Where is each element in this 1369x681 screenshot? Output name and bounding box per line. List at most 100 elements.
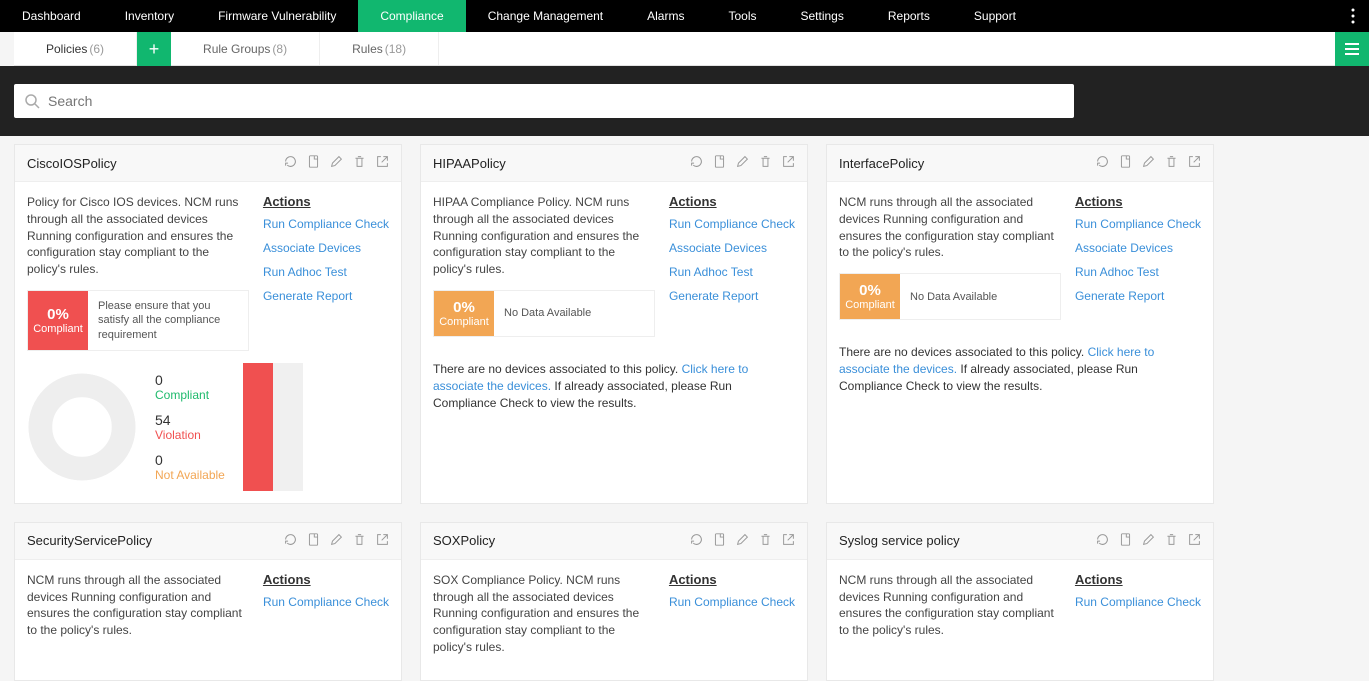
card-toolbar — [1096, 533, 1201, 549]
percent-value: 0% — [453, 299, 475, 316]
no-devices-message: There are no devices associated to this … — [827, 332, 1213, 406]
subnav-hamburger-icon[interactable] — [1335, 32, 1369, 66]
subtab-rules[interactable]: Rules (18) — [320, 32, 439, 65]
action-associate-devices[interactable]: Associate Devices — [1075, 241, 1201, 255]
subtab-label: Policies — [46, 42, 87, 56]
associate-devices-link[interactable]: Click here to associate the devices. — [839, 345, 1154, 376]
subtab-label: Rules — [352, 42, 383, 56]
action-run-compliance-check[interactable]: Run Compliance Check — [1075, 595, 1201, 609]
open-external-icon[interactable] — [376, 533, 389, 549]
compliance-status: 0% Compliant No Data Available — [433, 290, 655, 337]
export-pdf-icon[interactable] — [713, 533, 726, 549]
action-generate-report[interactable]: Generate Report — [669, 289, 795, 303]
action-associate-devices[interactable]: Associate Devices — [669, 241, 795, 255]
export-pdf-icon[interactable] — [307, 533, 320, 549]
action-associate-devices[interactable]: Associate Devices — [263, 241, 389, 255]
associate-devices-link[interactable]: Click here to associate the devices. — [433, 362, 748, 393]
card-toolbar — [690, 155, 795, 171]
subtab-rule-groups[interactable]: Rule Groups (8) — [171, 32, 320, 65]
action-generate-report[interactable]: Generate Report — [1075, 289, 1201, 303]
card-toolbar — [284, 533, 389, 549]
action-run-compliance-check[interactable]: Run Compliance Check — [669, 595, 795, 609]
nav-reports[interactable]: Reports — [866, 0, 952, 32]
card-title: Syslog service policy — [839, 533, 1096, 548]
policy-card: InterfacePolicy NCM runs through all the… — [826, 144, 1214, 504]
kebab-menu-icon[interactable] — [1345, 0, 1361, 32]
export-pdf-icon[interactable] — [1119, 155, 1132, 171]
percent-value: 0% — [859, 282, 881, 299]
export-pdf-icon[interactable] — [713, 155, 726, 171]
actions-heading: Actions — [1075, 194, 1201, 209]
compliance-percent: 0% Compliant — [840, 274, 900, 319]
action-run-compliance-check[interactable]: Run Compliance Check — [263, 217, 389, 231]
open-external-icon[interactable] — [782, 533, 795, 549]
action-run-compliance-check[interactable]: Run Compliance Check — [263, 595, 389, 609]
delete-icon[interactable] — [353, 155, 366, 171]
nav-compliance[interactable]: Compliance — [358, 0, 465, 32]
card-title: SecurityServicePolicy — [27, 533, 284, 548]
nav-change-management[interactable]: Change Management — [466, 0, 625, 32]
nav-inventory[interactable]: Inventory — [103, 0, 196, 32]
card-header: SOXPolicy — [421, 523, 807, 560]
search-input[interactable] — [48, 93, 1064, 109]
edit-icon[interactable] — [330, 533, 343, 549]
nav-settings[interactable]: Settings — [779, 0, 866, 32]
card-header: SecurityServicePolicy — [15, 523, 401, 560]
nav-support[interactable]: Support — [952, 0, 1038, 32]
refresh-icon[interactable] — [1096, 533, 1109, 549]
edit-icon[interactable] — [1142, 155, 1155, 171]
refresh-icon[interactable] — [1096, 155, 1109, 171]
export-pdf-icon[interactable] — [307, 155, 320, 171]
nav-alarms[interactable]: Alarms — [625, 0, 706, 32]
card-title: CiscoIOSPolicy — [27, 156, 284, 171]
nav-dashboard[interactable]: Dashboard — [0, 0, 103, 32]
status-message: No Data Available — [900, 274, 1060, 319]
export-pdf-icon[interactable] — [1119, 533, 1132, 549]
open-external-icon[interactable] — [1188, 155, 1201, 171]
delete-icon[interactable] — [759, 155, 772, 171]
violation-count: 54 — [155, 412, 225, 428]
refresh-icon[interactable] — [690, 155, 703, 171]
percent-label: Compliant — [33, 323, 83, 335]
open-external-icon[interactable] — [376, 155, 389, 171]
action-run-adhoc-test[interactable]: Run Adhoc Test — [669, 265, 795, 279]
action-run-adhoc-test[interactable]: Run Adhoc Test — [1075, 265, 1201, 279]
compliant-label: Compliant — [155, 388, 225, 402]
refresh-icon[interactable] — [690, 533, 703, 549]
chart-legend: 0 Compliant 54 Violation 0 Not Available — [155, 372, 225, 482]
policy-card: SOXPolicy SOX Compliance Policy. NCM run… — [420, 522, 808, 681]
violation-label: Violation — [155, 428, 225, 442]
action-run-compliance-check[interactable]: Run Compliance Check — [669, 217, 795, 231]
percent-label: Compliant — [845, 299, 895, 311]
action-generate-report[interactable]: Generate Report — [263, 289, 389, 303]
edit-icon[interactable] — [736, 533, 749, 549]
compliance-percent: 0% Compliant — [434, 291, 494, 336]
sub-navigation: Policies (6) + Rule Groups (8) Rules (18… — [14, 32, 1369, 66]
card-description: NCM runs through all the associated devi… — [27, 572, 249, 639]
na-count: 0 — [155, 452, 225, 468]
delete-icon[interactable] — [353, 533, 366, 549]
edit-icon[interactable] — [330, 155, 343, 171]
policy-card: SecurityServicePolicy NCM runs through a… — [14, 522, 402, 681]
open-external-icon[interactable] — [1188, 533, 1201, 549]
subtab-label: Rule Groups — [203, 42, 270, 56]
delete-icon[interactable] — [759, 533, 772, 549]
open-external-icon[interactable] — [782, 155, 795, 171]
status-message: No Data Available — [494, 291, 654, 336]
subtab-policies[interactable]: Policies (6) — [14, 32, 137, 65]
card-toolbar — [690, 533, 795, 549]
action-run-adhoc-test[interactable]: Run Adhoc Test — [263, 265, 389, 279]
card-title: HIPAAPolicy — [433, 156, 690, 171]
add-policy-button[interactable]: + — [137, 32, 171, 66]
nav-firmware[interactable]: Firmware Vulnerability — [196, 0, 358, 32]
edit-icon[interactable] — [736, 155, 749, 171]
delete-icon[interactable] — [1165, 155, 1178, 171]
refresh-icon[interactable] — [284, 155, 297, 171]
delete-icon[interactable] — [1165, 533, 1178, 549]
refresh-icon[interactable] — [284, 533, 297, 549]
action-run-compliance-check[interactable]: Run Compliance Check — [1075, 217, 1201, 231]
nav-tools[interactable]: Tools — [706, 0, 778, 32]
card-description: NCM runs through all the associated devi… — [839, 194, 1061, 261]
edit-icon[interactable] — [1142, 533, 1155, 549]
search-box — [14, 84, 1074, 118]
